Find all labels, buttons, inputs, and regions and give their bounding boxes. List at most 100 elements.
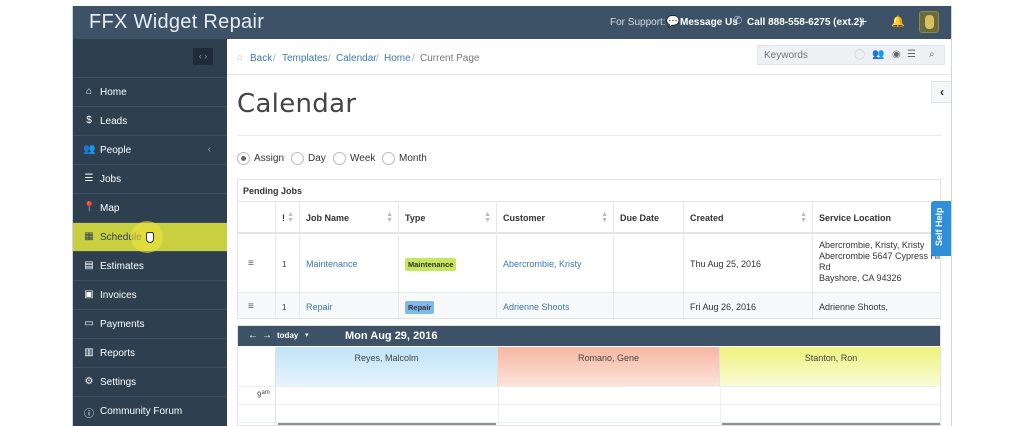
table-row[interactable]: ≡ 1 Repair Repair Adrienne Shoots Fri Au… bbox=[238, 293, 940, 318]
customer-cell: Adrienne Shoots bbox=[497, 293, 614, 318]
radio-icon bbox=[382, 152, 395, 165]
breadcrumb-back[interactable]: Back bbox=[250, 53, 272, 64]
today-button[interactable]: today bbox=[277, 331, 298, 340]
type-badge: Repair bbox=[405, 301, 435, 314]
sidebar-item-label: People bbox=[100, 145, 132, 156]
circle-toggle-icon[interactable]: ◯ bbox=[854, 49, 865, 60]
location-line: Abercrombie, Kristy, Kristy bbox=[819, 240, 925, 250]
title-divider bbox=[237, 135, 941, 136]
row-drag-handle[interactable]: ≡ bbox=[238, 293, 276, 318]
phone-icon: ✆ bbox=[733, 15, 743, 27]
priority-cell: 1 bbox=[276, 293, 300, 318]
brand-title[interactable]: FFX Widget Repair bbox=[89, 11, 264, 34]
job-name-link[interactable]: Maintenance bbox=[306, 259, 358, 269]
column-label: Created bbox=[690, 213, 724, 223]
breadcrumb-templates[interactable]: Templates bbox=[282, 53, 328, 64]
calendar-date: Mon Aug 29, 2016 bbox=[345, 330, 438, 342]
type-badge: Maintenance bbox=[405, 258, 457, 271]
info-icon: ⓘ bbox=[84, 409, 94, 420]
column-service-location[interactable]: Service Location bbox=[813, 203, 940, 234]
priority-value: 1 bbox=[282, 260, 287, 269]
sidebar-item-home[interactable]: ⌂ Home bbox=[73, 77, 227, 106]
column-job-name[interactable]: Job Name ▲ ▼ bbox=[300, 203, 399, 234]
screen-frame: FFX Widget Repair For Support: 💬 Message… bbox=[0, 0, 1024, 426]
collapse-panel-button[interactable]: ‹ bbox=[931, 81, 951, 103]
breadcrumb-current: Current Page bbox=[420, 53, 480, 64]
sidebar-item-people[interactable]: 👥 People ‹ bbox=[73, 135, 227, 164]
avatar[interactable] bbox=[919, 11, 939, 33]
resource-calendar: ← → today ▾ Mon Aug 29, 2016 Reyes, Malc… bbox=[237, 325, 941, 426]
sort-icon: ▲ ▼ bbox=[601, 211, 608, 224]
sidebar-item-leads[interactable]: $ Leads bbox=[73, 106, 227, 135]
created-cell: Fri Aug 26, 2016 bbox=[684, 293, 813, 318]
sidebar-item-label: Settings bbox=[100, 377, 137, 388]
call-support-link[interactable]: Call 888-558-6275 (ext.2) bbox=[747, 17, 863, 28]
support-label: For Support: bbox=[610, 17, 666, 28]
breadcrumb-separator: / bbox=[412, 53, 415, 64]
hour-suffix: am bbox=[261, 390, 270, 396]
sort-icon: ▲ ▼ bbox=[287, 211, 294, 224]
sidebar-item-payments[interactable]: ▭ Payments bbox=[73, 309, 227, 338]
sidebar-item-jobs[interactable]: ☰ Jobs bbox=[73, 164, 227, 193]
chevron-down-icon[interactable]: ▾ bbox=[305, 331, 309, 339]
sidebar: ‹ › ⌂ Home $ Leads 👥 People ‹ ☰ Jobs 📍 M… bbox=[73, 39, 227, 426]
search-icon[interactable]: ⌕ bbox=[929, 49, 935, 60]
location-line: Adrienne Shoots, bbox=[819, 302, 889, 312]
add-icon[interactable]: + bbox=[859, 13, 867, 29]
time-label-9am: 9am bbox=[257, 390, 270, 400]
resource-column-header[interactable]: Reyes, Malcolm bbox=[276, 347, 498, 386]
created-value: Thu Aug 25, 2016 bbox=[690, 259, 762, 269]
customer-link[interactable]: Abercrombie, Kristy bbox=[503, 259, 582, 269]
column-priority[interactable]: ! ▲ ▼ bbox=[276, 203, 300, 234]
created-value: Fri Aug 26, 2016 bbox=[690, 302, 757, 312]
row-drag-handle[interactable]: ≡ bbox=[238, 235, 276, 292]
resource-column-header[interactable]: Romano, Gene bbox=[498, 347, 720, 386]
sidebar-item-label: Leads bbox=[100, 116, 128, 127]
chevron-left-icon: ‹ bbox=[207, 144, 211, 155]
table-row[interactable]: ≡ 1 Maintenance Maintenance Abercrombie,… bbox=[238, 235, 940, 293]
people-icon: 👥 bbox=[83, 144, 96, 155]
prev-arrow-icon[interactable]: ← bbox=[248, 330, 258, 341]
breadcrumb-home[interactable]: Home bbox=[384, 53, 411, 64]
due-date-cell bbox=[614, 293, 684, 318]
sidebar-item-map[interactable]: 📍 Map bbox=[73, 193, 227, 222]
sidebar-toggle-button[interactable]: ‹ › bbox=[193, 48, 213, 65]
column-customer[interactable]: Customer ▲ ▼ bbox=[497, 203, 614, 234]
resource-column-header[interactable]: Stanton, Ron bbox=[720, 347, 940, 386]
self-help-button[interactable]: Self Help bbox=[931, 201, 951, 256]
home-icon[interactable]: ⌂ bbox=[237, 52, 242, 62]
people-filter-icon[interactable]: 👥 bbox=[872, 49, 884, 60]
sidebar-item-label: Payments bbox=[100, 319, 145, 330]
breadcrumb-calendar[interactable]: Calendar bbox=[336, 53, 377, 64]
job-name-link[interactable]: Repair bbox=[306, 302, 333, 312]
calendar-icon: ▦ bbox=[84, 231, 94, 242]
location-line: Rd bbox=[819, 262, 831, 272]
due-date-cell bbox=[614, 235, 684, 292]
column-label: ! bbox=[282, 213, 285, 223]
sidebar-item-estimates[interactable]: ▤ Estimates bbox=[73, 251, 227, 280]
customer-cell: Abercrombie, Kristy bbox=[497, 235, 614, 292]
customer-link[interactable]: Adrienne Shoots bbox=[503, 302, 570, 312]
column-due-date[interactable]: Due Date bbox=[614, 203, 684, 234]
search-input[interactable] bbox=[758, 46, 854, 64]
sidebar-item-invoices[interactable]: ▣ Invoices bbox=[73, 280, 227, 309]
message-us-link[interactable]: Message Us bbox=[680, 17, 738, 28]
drag-handle-icon[interactable]: ≡ bbox=[248, 258, 254, 269]
column-created[interactable]: Created ▲ ▼ bbox=[684, 203, 813, 234]
column-label: Service Location bbox=[819, 213, 892, 223]
next-arrow-icon[interactable]: → bbox=[262, 330, 272, 341]
sidebar-item-settings[interactable]: ⚙ Settings bbox=[73, 367, 227, 396]
sidebar-item-reports[interactable]: ▥ Reports bbox=[73, 338, 227, 367]
priority-cell: 1 bbox=[276, 235, 300, 292]
drag-handle-icon[interactable]: ≡ bbox=[248, 301, 254, 312]
calendar-toolbar: ← → today ▾ Mon Aug 29, 2016 bbox=[238, 326, 940, 346]
column-type[interactable]: Type ▲ ▼ bbox=[399, 203, 497, 234]
map-pin-icon: 📍 bbox=[83, 202, 96, 213]
radio-selected-icon bbox=[237, 152, 250, 165]
grid-line bbox=[498, 386, 499, 425]
list-filter-icon[interactable]: ☰ bbox=[907, 49, 916, 60]
type-cell: Repair bbox=[399, 293, 497, 318]
sidebar-item-community-forum[interactable]: ⓘ Community Forum bbox=[73, 396, 227, 425]
target-icon[interactable]: ◉ bbox=[892, 49, 901, 60]
bell-icon[interactable]: 🔔 bbox=[891, 15, 905, 28]
